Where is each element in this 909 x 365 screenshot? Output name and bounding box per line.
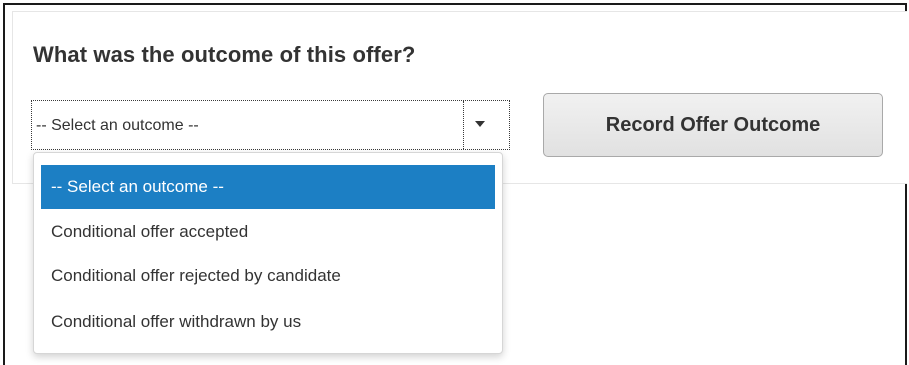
dropdown-option[interactable]: Conditional offer accepted: [41, 210, 495, 254]
dropdown-option[interactable]: Conditional offer withdrawn by us: [41, 300, 495, 344]
caret-down-icon[interactable]: [475, 121, 485, 127]
dropdown-option[interactable]: Conditional offer rejected by candidate: [41, 254, 495, 298]
dropdown-option[interactable]: -- Select an outcome --: [41, 165, 495, 209]
record-offer-outcome-button[interactable]: Record Offer Outcome: [543, 93, 883, 157]
question-heading: What was the outcome of this offer?: [33, 42, 416, 67]
outcome-dropdown-list: -- Select an outcome -- Conditional offe…: [33, 152, 503, 354]
select-divider: [463, 101, 464, 149]
outcome-select-value: -- Select an outcome --: [36, 117, 199, 134]
outcome-select[interactable]: -- Select an outcome --: [31, 100, 510, 150]
